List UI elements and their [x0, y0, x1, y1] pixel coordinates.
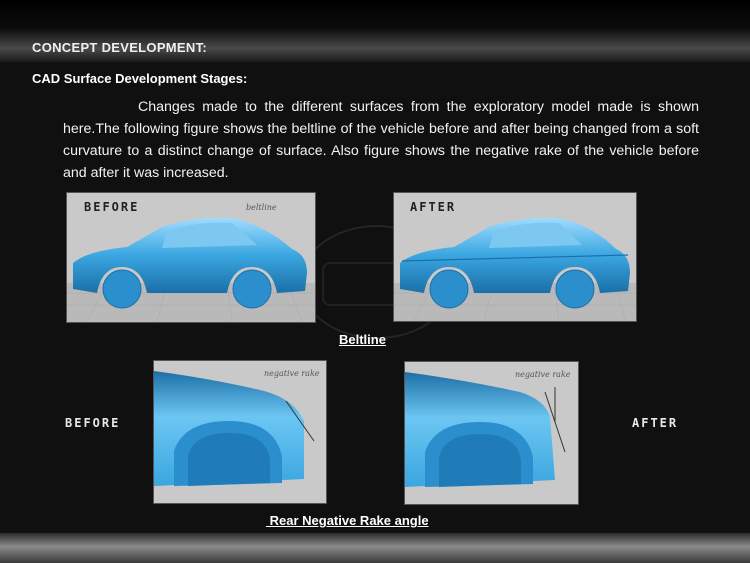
beltline-annotation: beltline: [246, 203, 277, 212]
beltline-after-label: AFTER: [410, 200, 457, 214]
beltline-caption: Beltline: [339, 332, 386, 347]
rake-after-image: [404, 361, 579, 505]
body-paragraph: Changes made to the different surfaces f…: [63, 99, 699, 181]
rake-before-annotation: negative rake: [264, 369, 320, 378]
rake-before-image: [153, 360, 327, 504]
rake-after-label: AFTER: [632, 416, 679, 430]
footer-bar: [0, 533, 750, 563]
section-title: CONCEPT DEVELOPMENT:: [32, 40, 208, 55]
beltline-before-label: BEFORE: [84, 200, 140, 214]
subheading: CAD Surface Development Stages:: [32, 71, 248, 86]
rake-caption: Rear Negative Rake angle: [266, 513, 429, 528]
rake-before-label: BEFORE: [65, 416, 121, 430]
rear-quarter-render: [405, 372, 566, 487]
rake-after-annotation: negative rake: [515, 370, 571, 379]
rear-quarter-render: [154, 371, 315, 486]
